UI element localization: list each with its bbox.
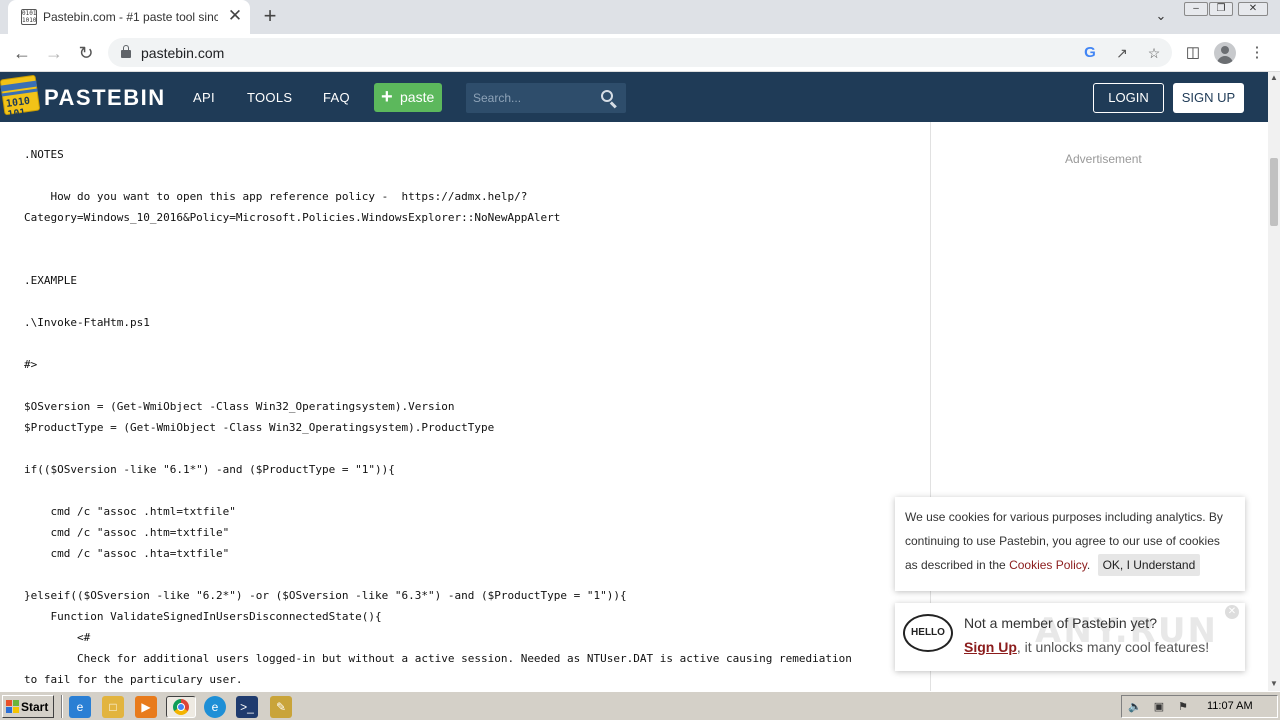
internet-explorer-icon[interactable]: e (69, 696, 91, 718)
google-translate-icon[interactable]: G (1080, 43, 1100, 63)
more-menu-icon[interactable]: ⋮ (1246, 42, 1268, 64)
advertisement-label: Advertisement (1065, 152, 1142, 166)
side-panel-icon[interactable]: ◫ (1182, 42, 1204, 64)
share-icon[interactable]: ↗ (1112, 43, 1132, 63)
paste-code-block: .NOTES How do you want to open this app … (24, 144, 924, 690)
code-line: $ProductType = (Get-WmiObject -Class Win… (24, 421, 495, 434)
paste-button-label: paste (400, 89, 435, 105)
code-line: .\Invoke-FtaHtm.ps1 (24, 316, 150, 329)
cookies-policy-link[interactable]: Cookies Policy (1009, 558, 1087, 572)
clock[interactable]: 11:07 AM (1207, 700, 1253, 712)
member-popup-subtitle: Sign Up, it unlocks many cool features! (964, 639, 1209, 655)
network-icon[interactable]: ▣ (1152, 700, 1166, 714)
back-arrow-icon[interactable]: ← (10, 41, 34, 65)
nav-tools[interactable]: TOOLS (247, 90, 292, 105)
reload-icon[interactable]: ↻ (74, 41, 98, 65)
windows-taskbar: Start e □ ▶ e >_ ✎ 🔈 ▣ ⚑ 11:07 AM (0, 691, 1280, 720)
media-player-icon[interactable]: ▶ (135, 696, 157, 718)
site-search (466, 83, 626, 113)
bookmark-star-icon[interactable]: ☆ (1144, 43, 1164, 63)
restore-button[interactable]: ❐ (1209, 2, 1233, 16)
volume-icon[interactable]: 🔈 (1128, 700, 1142, 714)
member-signup-link[interactable]: Sign Up (964, 639, 1017, 655)
browser-toolbar: ← → ↻ pastebin.com G ↗ ☆ ◫ ⋮ (0, 34, 1280, 72)
edge-icon[interactable]: e (204, 696, 226, 718)
plus-icon: + (381, 86, 393, 108)
member-popup-close-icon[interactable]: ✕ (1225, 605, 1239, 619)
site-header: 1010 101 PASTEBIN API TOOLS FAQ + paste … (0, 72, 1268, 122)
page-scrollbar[interactable]: ▲ ▼ (1268, 72, 1280, 691)
logo-digits: 1010 101 (5, 95, 31, 121)
notepad-icon[interactable]: ✎ (270, 696, 292, 718)
pastebin-logo-icon[interactable]: 1010 101 (0, 74, 41, 121)
member-popup-title: Not a member of Pastebin yet? (964, 615, 1157, 631)
code-line: cmd /c "assoc .hta=txtfile" (24, 547, 230, 560)
file-explorer-icon[interactable]: □ (102, 696, 124, 718)
chrome-taskbar-icon[interactable] (166, 696, 196, 718)
profile-avatar-icon[interactable] (1214, 42, 1236, 64)
tab-search-chevron-icon[interactable]: ⌄ (1151, 6, 1171, 26)
url-text[interactable]: pastebin.com (141, 45, 224, 61)
search-icon[interactable] (600, 89, 618, 109)
code-line: <# (24, 631, 91, 644)
code-line: Check for additional users logged-in but… (24, 652, 852, 665)
minimize-button[interactable]: ‒ (1184, 2, 1208, 16)
browser-tab[interactable]: 0101 1010 Pastebin.com - #1 paste tool si… (8, 0, 250, 34)
code-line: Category=Windows_10_2016&Policy=Microsof… (24, 211, 561, 224)
forward-arrow-icon[interactable]: → (42, 41, 66, 65)
code-line: .NOTES (24, 148, 64, 161)
member-popup-rest: , it unlocks many cool features! (1016, 639, 1210, 655)
search-input[interactable] (466, 83, 596, 113)
signup-button[interactable]: SIGN UP (1173, 83, 1244, 113)
tab-close-icon[interactable]: ✕ (226, 6, 244, 26)
code-line: cmd /c "assoc .htm=txtfile" (24, 526, 230, 539)
windows-logo-icon (6, 700, 19, 713)
code-line: How do you want to open this app referen… (24, 190, 528, 203)
new-paste-button[interactable]: + paste (374, 83, 442, 112)
code-line: }elseif(($OSversion -like "6.2*") -or ($… (24, 589, 627, 602)
cookie-text-end: . (1086, 558, 1091, 572)
system-tray: 🔈 ▣ ⚑ 11:07 AM (1121, 695, 1278, 718)
action-center-flag-icon[interactable]: ⚑ (1176, 700, 1190, 714)
site-logo-text[interactable]: PASTEBIN (44, 85, 166, 111)
code-line: $OSversion = (Get-WmiObject -Class Win32… (24, 400, 455, 413)
nav-faq[interactable]: FAQ (323, 90, 350, 105)
hello-speech-bubble-icon: HELLO (903, 614, 953, 652)
lock-icon[interactable] (121, 45, 131, 59)
browser-tab-bar: 0101 1010 Pastebin.com - #1 paste tool si… (0, 0, 1280, 34)
address-bar[interactable]: pastebin.com G ↗ ☆ (108, 38, 1172, 67)
pastebin-favicon-icon: 0101 1010 (21, 9, 37, 25)
powershell-icon[interactable]: >_ (236, 696, 258, 718)
login-button[interactable]: LOGIN (1093, 83, 1164, 113)
code-line: #> (24, 358, 38, 371)
scroll-up-arrow-icon[interactable]: ▲ (1268, 72, 1280, 84)
scroll-down-arrow-icon[interactable]: ▼ (1268, 678, 1280, 690)
tab-title: Pastebin.com - #1 paste tool since 2002! (43, 10, 218, 24)
start-button[interactable]: Start (2, 695, 54, 718)
nav-api[interactable]: API (193, 90, 215, 105)
code-line: to fail for the particulary user. (24, 673, 243, 686)
start-label: Start (21, 700, 49, 714)
cookie-notice: We use cookies for various purposes incl… (895, 497, 1245, 591)
taskbar-separator (61, 695, 63, 718)
new-tab-button[interactable]: + (259, 3, 281, 29)
code-line: Function ValidateSignedInUsersDisconnect… (24, 610, 382, 623)
close-window-button[interactable]: ✕ (1238, 2, 1268, 16)
scroll-thumb[interactable] (1270, 158, 1278, 226)
code-line: cmd /c "assoc .html=txtfile" (24, 505, 236, 518)
code-line: if(($OSversion -like "6.1*") -and ($Prod… (24, 463, 395, 476)
member-popup: ANY.RUN HELLO Not a member of Pastebin y… (895, 603, 1245, 671)
code-line: .EXAMPLE (24, 274, 77, 287)
cookie-accept-button[interactable]: OK, I Understand (1097, 554, 1201, 576)
